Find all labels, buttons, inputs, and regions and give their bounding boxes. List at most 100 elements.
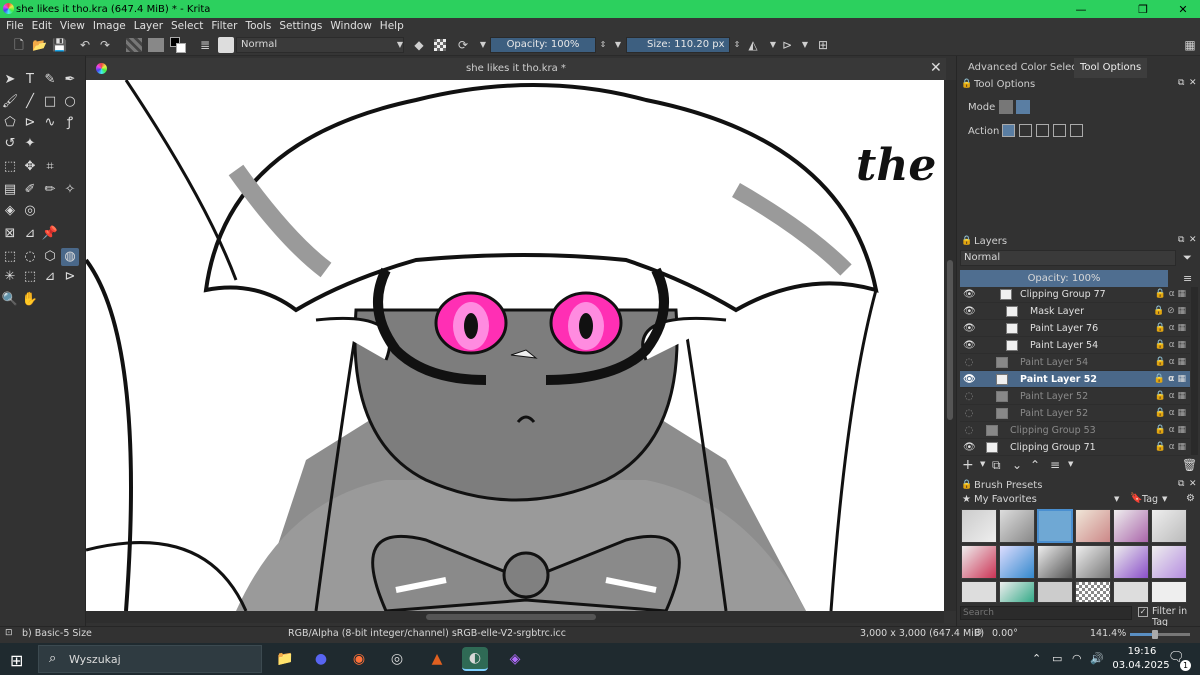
action-symmetric-icon[interactable] <box>1070 124 1083 137</box>
wifi-icon[interactable]: ◠ <box>1072 652 1082 665</box>
save-icon[interactable]: 💾 <box>52 38 67 52</box>
network-icon[interactable]: ▭ <box>1052 652 1062 665</box>
brush-preset-tile[interactable] <box>1151 581 1187 603</box>
brush-preset-tile[interactable] <box>1075 509 1111 543</box>
action-intersect-icon[interactable] <box>1019 124 1032 137</box>
settings-icon[interactable]: ⚙ <box>1186 493 1195 504</box>
layer-row[interactable]: ◌ Clipping Group 53 🔒 α ▦ <box>960 422 1190 439</box>
crop-tool-icon[interactable]: ⌗ <box>41 158 59 176</box>
layer-row[interactable]: ◌ Paint Layer 52 🔒 α ▦ <box>960 388 1190 405</box>
layers-scrollbar[interactable] <box>1191 287 1198 455</box>
text-tool-icon[interactable]: T <box>21 71 39 89</box>
measure-tool-icon[interactable]: ⊿ <box>21 225 39 243</box>
clock-date[interactable]: 03.04.2025 <box>1108 660 1174 671</box>
float-docker-icon[interactable]: ⧉ <box>1178 479 1184 489</box>
gradient-tool-icon[interactable]: ▤ <box>1 181 19 199</box>
close-button[interactable]: ✕ <box>1166 0 1200 18</box>
chevron-up-icon[interactable]: ⌃ <box>1032 652 1041 665</box>
layer-props-icon[interactable]: 🔒 α ▦ <box>1155 422 1186 439</box>
enclose-fill-icon[interactable]: ◎ <box>21 202 39 220</box>
menu-layer[interactable]: Layer <box>130 20 167 32</box>
similar-select-icon[interactable]: ⬚ <box>21 268 39 286</box>
close-docker-icon[interactable]: ✕ <box>1189 235 1197 245</box>
close-docker-icon[interactable]: ✕ <box>1189 479 1197 489</box>
lock-icon[interactable]: 🔒 <box>961 236 972 246</box>
background-color-icon[interactable] <box>176 43 186 53</box>
rect-select-icon[interactable]: ⬚ <box>1 248 19 266</box>
contiguous-select-icon[interactable]: ✳ <box>1 268 19 286</box>
chevron-down-icon[interactable]: ▼ <box>476 38 490 52</box>
brush-preset-tile[interactable] <box>961 581 997 603</box>
favorites-select[interactable]: My Favorites <box>974 493 1124 507</box>
pan-tool-icon[interactable]: ✋ <box>21 291 39 309</box>
layer-properties-icon[interactable]: ≡ <box>1050 458 1060 472</box>
bezier-tool-icon[interactable]: ∿ <box>41 114 59 132</box>
redo-icon[interactable]: ↷ <box>98 38 112 52</box>
brush-preset-icon[interactable] <box>218 37 234 53</box>
layer-blend-select[interactable]: Normal <box>960 250 1176 266</box>
open-folder-icon[interactable]: 📂 <box>32 38 47 52</box>
select-shapes-icon[interactable]: ➤ <box>1 71 19 89</box>
eye-closed-icon[interactable]: ◌ <box>963 405 975 422</box>
add-layer-icon[interactable]: + <box>962 457 974 473</box>
float-docker-icon[interactable]: ⧉ <box>1178 235 1184 245</box>
layer-row[interactable]: 👁 Clipping Group 77 🔒 α ▦ <box>960 286 1190 303</box>
pattern-swatch-icon[interactable] <box>148 38 164 52</box>
menu-edit[interactable]: Edit <box>28 20 56 32</box>
color-picker-icon[interactable]: ✐ <box>21 181 39 199</box>
chevron-down-icon[interactable]: ▼ <box>611 38 625 52</box>
freehand-path-icon[interactable]: ꝭ <box>61 114 79 132</box>
chevron-down-icon[interactable]: ▼ <box>798 38 812 52</box>
layer-props-icon[interactable]: 🔒 α ▦ <box>1155 286 1186 303</box>
brush-settings-icon[interactable]: ≣ <box>198 38 212 52</box>
brush-preset-tile[interactable] <box>999 545 1035 579</box>
brush-preset-tile[interactable] <box>961 509 997 543</box>
blend-mode-select[interactable]: Normal <box>236 37 404 53</box>
duplicate-layer-icon[interactable]: ⧉ <box>992 458 1001 473</box>
layer-opacity-slider[interactable]: Opacity: 100% <box>960 270 1168 287</box>
move-tool-icon[interactable]: ✥ <box>21 158 39 176</box>
layer-props-icon[interactable]: 🔒 α ▦ <box>1155 388 1186 405</box>
brush-preset-tile[interactable] <box>1151 509 1187 543</box>
filter-icon[interactable]: ⏷ <box>1183 251 1192 265</box>
menu-settings[interactable]: Settings <box>275 20 326 32</box>
tag-icon[interactable]: 🔖 <box>1130 493 1142 504</box>
fill-tool-icon[interactable]: ◈ <box>1 202 19 220</box>
float-docker-icon[interactable]: ⧉ <box>1178 78 1184 88</box>
brush-preset-tile[interactable] <box>1075 545 1111 579</box>
tag-label[interactable]: Tag <box>1142 494 1158 505</box>
colorize-mask-icon[interactable]: ✏ <box>41 181 59 199</box>
brush-preset-tile[interactable] <box>1113 545 1149 579</box>
eye-icon[interactable]: 👁 <box>963 337 976 354</box>
brush-preset-tile[interactable] <box>999 509 1035 543</box>
menu-filter[interactable]: Filter <box>207 20 241 32</box>
layer-row[interactable]: 👁 Mask Layer 🔒 ⊘ ▦ <box>960 303 1190 320</box>
chevron-down-icon[interactable]: ▼ <box>1162 495 1167 503</box>
edit-shapes-icon[interactable]: ✎ <box>41 71 59 89</box>
gradient-swatch-icon[interactable] <box>126 38 142 52</box>
move-up-icon[interactable]: ⌃ <box>1030 458 1040 472</box>
brush-preset-tile-selected[interactable] <box>1037 509 1073 543</box>
menu-image[interactable]: Image <box>89 20 130 32</box>
preserve-alpha-icon[interactable] <box>434 39 446 51</box>
brush-search-input[interactable] <box>960 606 1132 620</box>
action-subtract-icon[interactable] <box>1053 124 1066 137</box>
smart-patch-icon[interactable]: ✧ <box>61 181 79 199</box>
app-icon[interactable]: ◈ <box>502 647 528 671</box>
maximize-button[interactable]: ❐ <box>1126 0 1160 18</box>
menu-icon[interactable]: ≡ <box>1183 272 1192 285</box>
layer-props-icon[interactable]: 🔒 α ▦ <box>1155 439 1186 456</box>
app-icon[interactable]: ▲ <box>424 647 450 671</box>
new-document-icon[interactable]: 🗋 <box>12 38 26 52</box>
eye-closed-icon[interactable]: ◌ <box>963 354 975 371</box>
drawing-canvas[interactable]: the <box>86 80 944 611</box>
reference-tool-icon[interactable]: 📌 <box>41 225 59 243</box>
delete-layer-icon[interactable]: 🗑 <box>1182 458 1197 472</box>
chevron-down-icon[interactable]: ▼ <box>980 460 985 468</box>
taskbar-search-box[interactable]: ⌕ Wyszukaj <box>38 645 262 673</box>
spin-arrows-icon[interactable]: ⇕ <box>596 38 610 52</box>
layer-row[interactable]: ◌ Paint Layer 52 🔒 α ▦ <box>960 405 1190 422</box>
bezier-select-icon[interactable]: ⊿ <box>41 268 59 286</box>
menu-select[interactable]: Select <box>167 20 207 32</box>
eraser-icon[interactable]: ◆ <box>412 38 426 52</box>
